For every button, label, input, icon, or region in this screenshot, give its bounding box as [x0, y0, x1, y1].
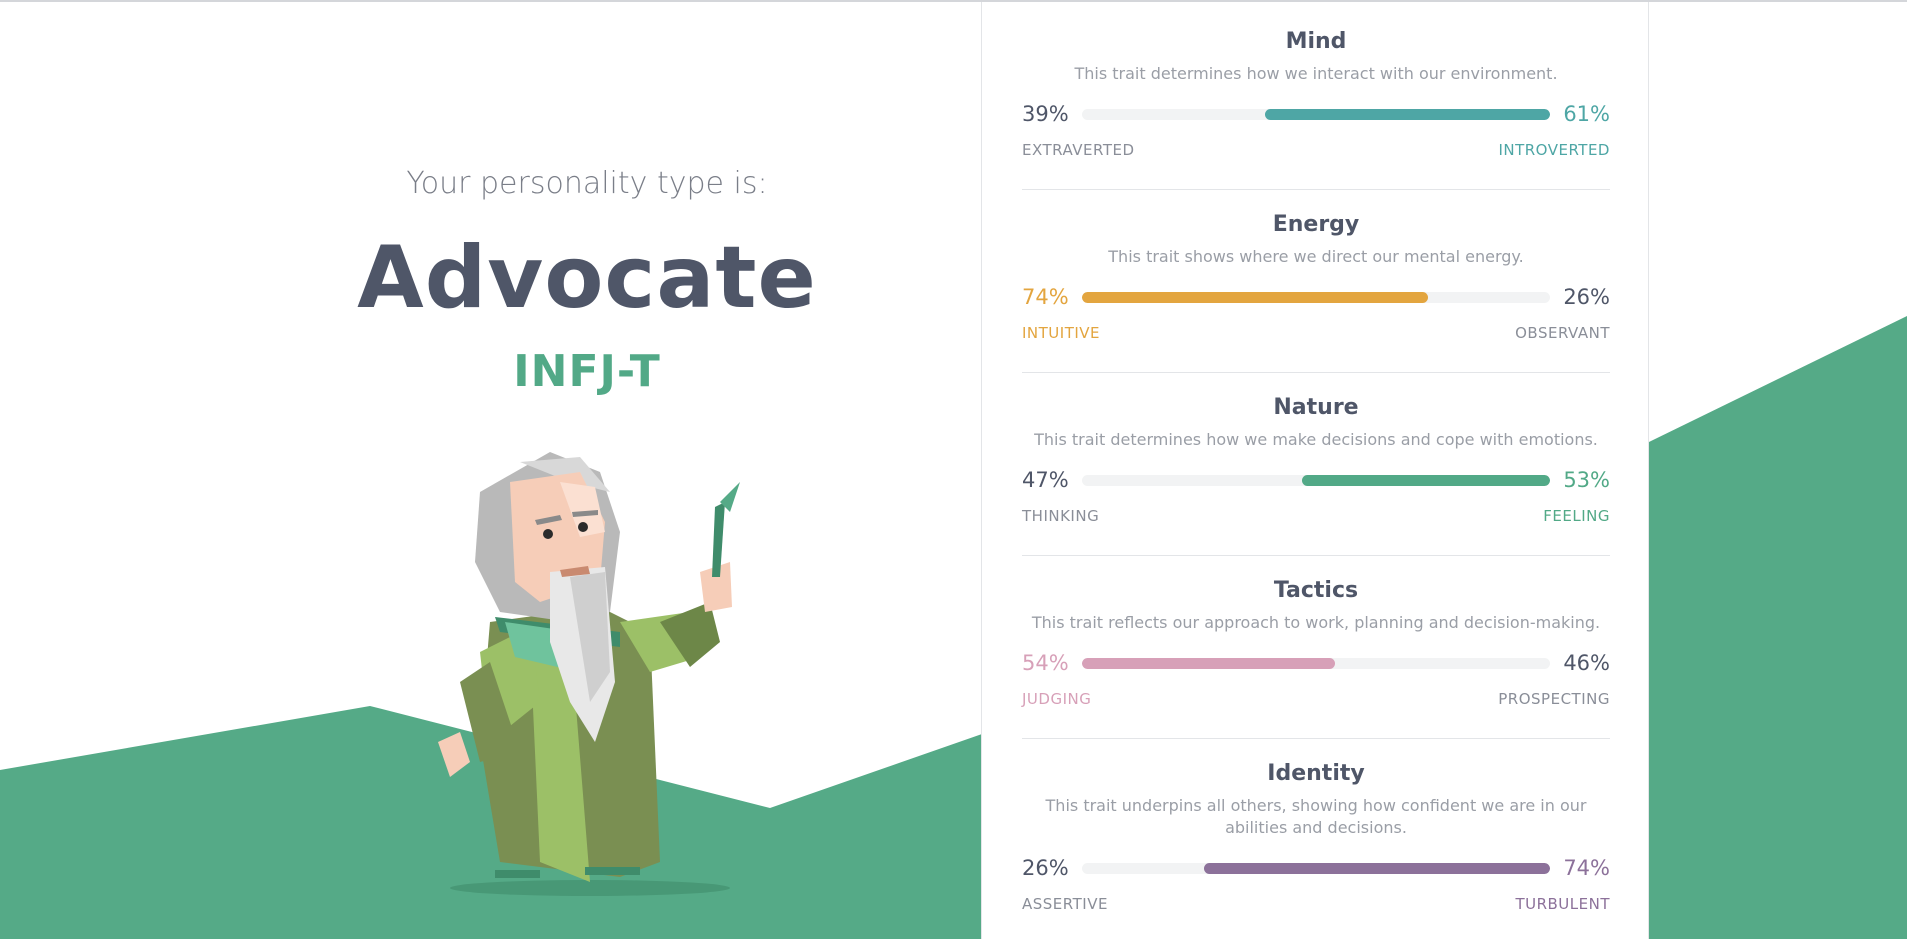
trait-title: Mind [1285, 29, 1347, 54]
trait-labels: INTUITIVE OBSERVANT [1022, 324, 1610, 344]
trait-title: Nature [1273, 395, 1359, 420]
trait-energy: Energy This trait shows where we direct … [1022, 210, 1610, 344]
trait-labels: THINKING FEELING [1022, 507, 1610, 527]
trait-left-percent: 39% [1022, 102, 1069, 126]
personality-type-code: INFJ-T [513, 346, 661, 397]
trait-divider [1022, 555, 1610, 556]
trait-right-percent: 74% [1563, 856, 1610, 880]
personality-type-name: Advocate [357, 228, 817, 328]
trait-bar-row: 47% 53% [1022, 465, 1610, 495]
trait-labels: ASSERTIVE TURBULENT [1022, 895, 1610, 915]
trait-title: Energy [1272, 212, 1360, 237]
trait-description: This trait determines how we interact wi… [1074, 64, 1558, 83]
trait-nature: Nature This trait determines how we make… [1022, 393, 1610, 527]
trait-right-label: TURBULENT [1515, 895, 1610, 913]
result-intro: Your personality type is: [406, 166, 768, 201]
trait-labels: EXTRAVERTED INTROVERTED [1022, 141, 1610, 161]
trait-identity: Identity This trait underpins all others… [1022, 759, 1610, 915]
trait-right-percent: 61% [1563, 102, 1610, 126]
trait-bar-row: 54% 46% [1022, 648, 1610, 678]
trait-description: This trait determines how we make decisi… [1034, 430, 1598, 449]
trait-left-percent: 74% [1022, 285, 1069, 309]
trait-left-label: THINKING [1022, 507, 1100, 525]
trait-description: This trait shows where we direct our men… [1108, 247, 1524, 266]
trait-left-label: ASSERTIVE [1022, 895, 1108, 913]
trait-right-percent: 26% [1563, 285, 1610, 309]
trait-divider [1022, 372, 1610, 373]
trait-right-label: OBSERVANT [1515, 324, 1610, 342]
trait-right-percent: 46% [1563, 651, 1610, 675]
trait-bar-fill [1301, 475, 1550, 486]
trait-left-percent: 26% [1022, 856, 1069, 880]
trait-bar-row: 39% 61% [1022, 99, 1610, 129]
trait-bar-fill [1264, 109, 1550, 120]
trait-bar-track [1082, 475, 1550, 486]
trait-description: This trait reflects our approach to work… [1031, 613, 1601, 632]
trait-right-label: FEELING [1543, 507, 1610, 525]
trait-bar-track [1082, 863, 1550, 874]
trait-description: This trait underpins all others, showing… [1045, 796, 1587, 837]
traits-panel: Mind This trait determines how we intera… [981, 2, 1649, 939]
green-slope-background [1649, 316, 1907, 939]
trait-tactics: Tactics This trait reflects our approach… [1022, 576, 1610, 710]
trait-left-percent: 54% [1022, 651, 1069, 675]
trait-bar-track [1082, 658, 1550, 669]
trait-right-label: PROSPECTING [1498, 690, 1610, 708]
trait-bar-track [1082, 109, 1550, 120]
trait-bar-fill [1082, 292, 1429, 303]
trait-left-percent: 47% [1022, 468, 1069, 492]
trait-left-label: INTUITIVE [1022, 324, 1101, 342]
trait-right-percent: 53% [1563, 468, 1610, 492]
trait-bar-fill [1203, 863, 1550, 874]
trait-bar-track [1082, 292, 1550, 303]
hero-section: Your personality type is: Advocate INFJ-… [0, 2, 982, 939]
trait-bar-fill [1082, 658, 1335, 669]
trait-bar-row: 74% 26% [1022, 282, 1610, 312]
trait-divider [1022, 738, 1610, 739]
trait-right-label: INTROVERTED [1498, 141, 1610, 159]
trait-title: Identity [1267, 761, 1365, 786]
trait-left-label: JUDGING [1022, 690, 1092, 708]
advocate-character-illustration [438, 452, 740, 896]
trait-title: Tactics [1273, 578, 1359, 603]
trait-mind: Mind This trait determines how we intera… [1022, 27, 1610, 161]
trait-labels: JUDGING PROSPECTING [1022, 690, 1610, 710]
trait-left-label: EXTRAVERTED [1022, 141, 1135, 159]
trait-bar-row: 26% 74% [1022, 853, 1610, 883]
trait-divider [1022, 189, 1610, 190]
